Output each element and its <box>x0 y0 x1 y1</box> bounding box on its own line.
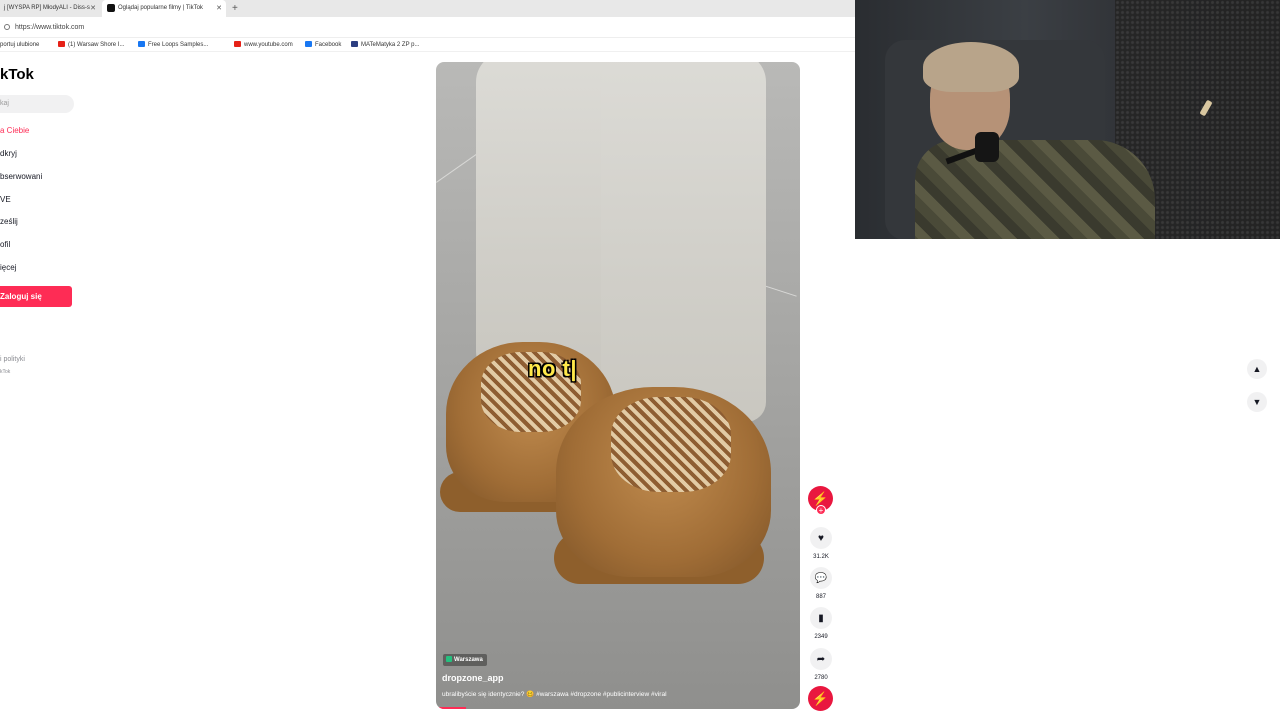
login-button[interactable]: Zaloguj się <box>0 286 72 307</box>
right-pant-leg <box>601 62 766 422</box>
browser-tab-title: Oglądaj popularne filmy | TikTok <box>118 5 203 11</box>
facebook-icon <box>138 41 145 47</box>
location-icon <box>446 656 452 662</box>
close-tab-icon[interactable]: ✕ <box>90 0 96 17</box>
previous-video-button[interactable]: ▲ <box>1247 359 1267 379</box>
footer-copyright: kTok <box>0 369 11 375</box>
heart-icon[interactable]: ♥ <box>810 527 832 549</box>
save-count: 2349 <box>814 634 828 640</box>
sidebar-item-explore[interactable]: dkryj <box>0 149 17 158</box>
comment-count: 887 <box>815 594 826 600</box>
sidebar-item-following[interactable]: bserwowani <box>0 172 42 181</box>
share-action[interactable]: ➦ 2780 <box>808 648 834 681</box>
follow-plus-icon[interactable]: + <box>816 505 826 515</box>
bookmark-item[interactable]: portuj ulubione <box>0 38 39 52</box>
bookmark-label: (1) Warsaw Shore I... <box>68 42 125 48</box>
browser-tab-bar: j [WYSPA RP] MłodyALI - Diss-s ✕ Oglądaj… <box>0 0 855 17</box>
bookmark-label: Facebook <box>315 42 342 48</box>
bookmark-item[interactable]: www.youtube.com <box>234 38 293 52</box>
sidebar-item-upload[interactable]: ześlij <box>0 217 18 226</box>
bookmark-label: Free Loops Samples... <box>148 42 209 48</box>
comment-icon[interactable]: 💬 <box>810 567 832 589</box>
microphone <box>975 132 999 162</box>
left-pant-leg <box>476 62 616 372</box>
sidebar-item-live[interactable]: VE <box>0 195 11 204</box>
youtube-icon <box>58 41 65 47</box>
bookmarks-bar: portuj ulubione (1) Warsaw Shore I... Fr… <box>0 38 855 52</box>
chevron-up-icon: ▲ <box>1252 364 1262 374</box>
music-disc-icon[interactable]: ⚡ <box>808 686 833 711</box>
location-label: Warszawa <box>454 657 483 663</box>
like-action[interactable]: ♥ 31.2K <box>808 527 834 560</box>
share-count: 2780 <box>814 675 828 681</box>
youtube-icon <box>234 41 241 47</box>
browser-tab-active[interactable]: Oglądaj popularne filmy | TikTok ✕ <box>102 0 226 17</box>
bookmark-item[interactable]: Free Loops Samples... <box>138 38 208 52</box>
bookmark-item[interactable]: Facebook <box>305 38 341 52</box>
close-tab-icon[interactable]: ✕ <box>216 0 222 17</box>
chevron-down-icon: ▼ <box>1252 397 1262 407</box>
bookmark-icon[interactable]: ▮ <box>810 607 832 629</box>
tiktok-logo[interactable]: kTok <box>0 66 34 83</box>
video-player[interactable]: no t| Warszawa dropzone_app ubralibyście… <box>436 62 800 709</box>
video-author[interactable]: dropzone_app <box>442 673 504 683</box>
tiktok-favicon-icon <box>107 4 115 12</box>
facebook-icon <box>305 41 312 47</box>
address-bar[interactable]: https://www.tiktok.com <box>0 17 855 38</box>
video-progress-bar[interactable] <box>436 707 466 709</box>
share-icon[interactable]: ➦ <box>810 648 832 670</box>
save-action[interactable]: ▮ 2349 <box>808 607 834 640</box>
webcam-overlay <box>855 0 1280 239</box>
like-count: 31.2K <box>813 554 829 560</box>
new-tab-button[interactable]: + <box>232 0 238 17</box>
next-video-button[interactable]: ▼ <box>1247 392 1267 412</box>
footer-links[interactable]: i polityki <box>0 356 25 363</box>
sidebar-item-for-you[interactable]: a Ciebie <box>0 126 29 135</box>
location-tag[interactable]: Warszawa <box>443 654 487 666</box>
bookmark-item[interactable]: (1) Warsaw Shore I... <box>58 38 124 52</box>
bookmark-label: MATeMatyka 2 ZP p... <box>361 42 420 48</box>
streamer-hair <box>923 42 1019 92</box>
browser-tab[interactable]: j [WYSPA RP] MłodyALI - Diss-s ✕ <box>0 0 100 17</box>
bookmark-label: www.youtube.com <box>244 42 293 48</box>
browser-tab-title: j [WYSPA RP] MłodyALI - Diss-s <box>4 5 90 11</box>
search-input[interactable]: kaj <box>0 95 74 113</box>
bookmark-site-icon <box>351 41 358 47</box>
right-shoe-laces <box>611 397 731 492</box>
sidebar-item-profile[interactable]: ofil <box>0 240 10 249</box>
bookmark-item[interactable]: MATeMatyka 2 ZP p... <box>351 38 419 52</box>
streamer-shirt <box>915 140 1155 239</box>
site-info-icon[interactable] <box>4 24 10 30</box>
bookmark-label: portuj ulubione <box>0 42 40 48</box>
comment-action[interactable]: 💬 887 <box>808 567 834 600</box>
url-text[interactable]: https://www.tiktok.com <box>15 17 84 38</box>
video-description: ubralibyście się identycznie? 🥴 #warszaw… <box>442 691 667 698</box>
sidebar-item-more[interactable]: ięcej <box>0 263 16 272</box>
video-caption-overlay: no t| <box>528 356 577 381</box>
